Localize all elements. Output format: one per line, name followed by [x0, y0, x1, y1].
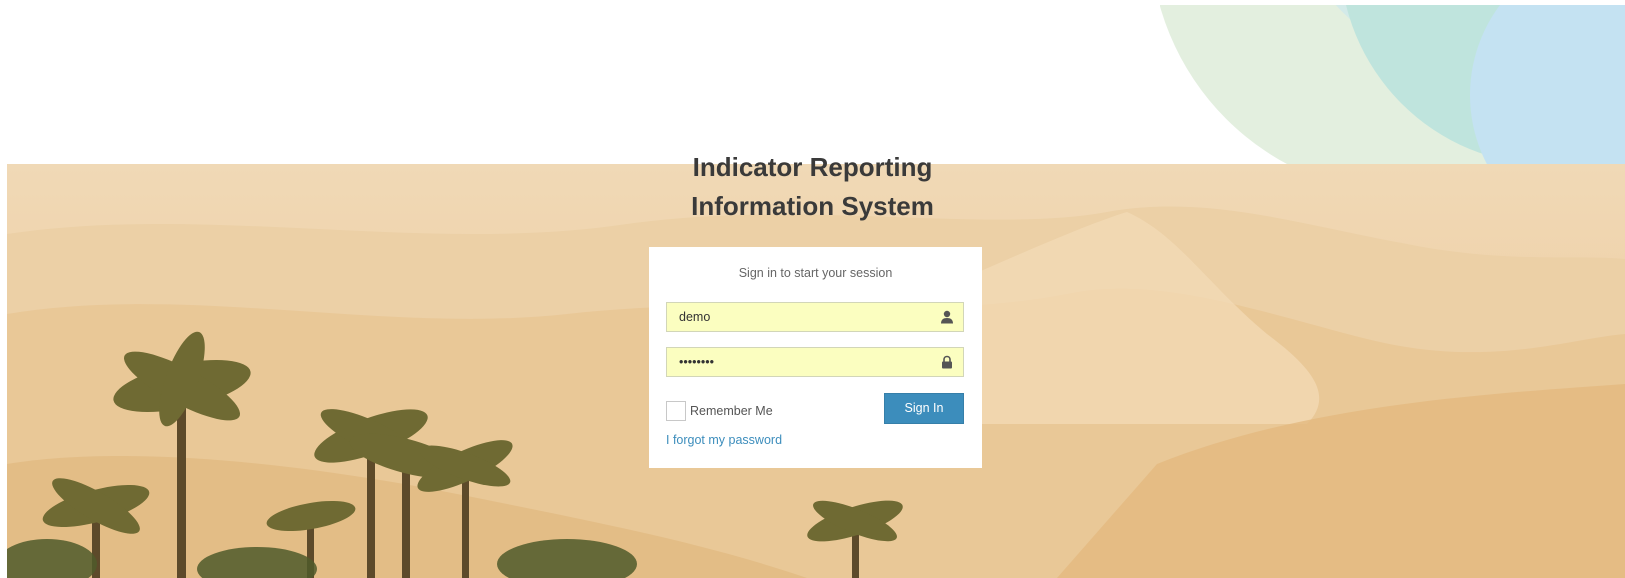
login-box-message: Sign in to start your session — [738, 266, 893, 280]
forgot-password-link[interactable]: I forgot my password — [666, 433, 782, 447]
page-title-line2: Information System — [691, 191, 934, 221]
page-title-line1: Indicator Reporting — [692, 152, 933, 182]
decorative-circles — [1160, 5, 1625, 165]
username-input[interactable] — [667, 303, 927, 331]
remember-me[interactable]: Remember Me — [666, 400, 773, 422]
login-page: Indicator Reporting Information System S… — [0, 0, 1625, 578]
login-box: Sign in to start your session Remember M… — [649, 247, 982, 468]
sign-in-button[interactable]: Sign In — [884, 393, 964, 424]
username-field[interactable] — [666, 302, 964, 332]
user-icon — [941, 310, 953, 324]
remember-me-label: Remember Me — [690, 404, 773, 418]
password-input[interactable] — [667, 348, 927, 376]
remember-me-checkbox[interactable] — [666, 401, 686, 421]
page-title: Indicator Reporting Information System — [0, 148, 1625, 226]
lock-icon — [942, 355, 952, 369]
password-field[interactable] — [666, 347, 964, 377]
